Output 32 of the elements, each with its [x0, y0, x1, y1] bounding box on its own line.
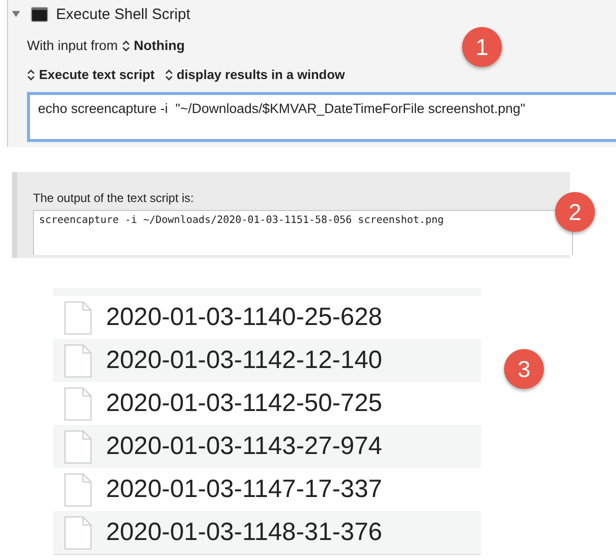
action-title: Execute Shell Script	[56, 6, 190, 22]
number-badge: 3	[504, 349, 544, 389]
document-icon	[64, 344, 92, 378]
file-row[interactable]: 2020-01-03-1140-25-628	[53, 296, 481, 339]
file-row[interactable]: 2020-01-03-1147-17-337	[53, 468, 481, 511]
updown-chevron-icon	[164, 68, 173, 80]
output-label: The output of the text script is:	[33, 191, 195, 205]
document-icon	[64, 516, 92, 550]
file-row[interactable]: 2020-01-03-1148-31-376	[53, 511, 481, 555]
number-badge: 1	[462, 27, 502, 67]
number-badge: 2	[555, 192, 595, 232]
updown-chevron-icon	[27, 68, 35, 80]
updown-chevron-icon	[122, 40, 130, 52]
script-field[interactable]: echo screencapture -i "~/Downloads/$KMVAR_DateTimeForFile screenshot.png"	[27, 92, 616, 142]
file-name: 2020-01-03-1142-50-725	[106, 389, 382, 418]
script-mode-popup[interactable]: Execute text script	[27, 67, 155, 82]
file-name: 2020-01-03-1143-27-974	[106, 432, 382, 461]
file-name: 2020-01-03-1147-17-337	[106, 475, 382, 504]
file-row[interactable]: 2020-01-03-1142-12-140	[53, 339, 481, 382]
document-icon	[64, 472, 92, 506]
document-icon	[64, 386, 92, 420]
file-row[interactable]: 2020-01-03-1143-27-974	[53, 425, 481, 468]
file-row[interactable]: 2020-01-03-1142-50-725	[53, 382, 481, 425]
file-name: 2020-01-03-1142-12-140	[106, 346, 382, 375]
output-mode-popup[interactable]: display results in a window	[164, 67, 345, 82]
input-label: With input from	[27, 38, 118, 53]
file-name: 2020-01-03-1140-25-628	[106, 303, 382, 332]
file-name: 2020-01-03-1148-31-376	[106, 518, 382, 547]
terminal-icon	[31, 6, 48, 22]
document-icon	[64, 300, 92, 334]
input-source-popup[interactable]: Nothing	[122, 38, 185, 53]
document-icon	[64, 430, 92, 464]
